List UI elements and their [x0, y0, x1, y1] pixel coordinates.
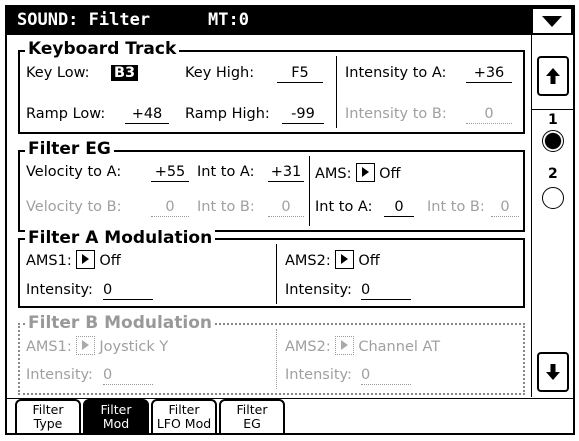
- velocity-to-a-label: Velocity to A:: [26, 164, 122, 180]
- tab-filter-eg-line2: EG: [243, 416, 261, 431]
- ams1-value: Off: [99, 253, 121, 269]
- ramp-low-value[interactable]: +48: [125, 106, 169, 124]
- page-2-radio[interactable]: [542, 187, 564, 209]
- page-1-radio[interactable]: [542, 130, 564, 152]
- filter-b-ams2-popup-button: [335, 336, 355, 355]
- filter-b-ams2-value: Channel AT: [358, 339, 441, 355]
- int-to-b-value: 0: [268, 199, 304, 217]
- tab-filter-lfo-mod-line1: Filter: [168, 402, 200, 417]
- ams2-intensity-value[interactable]: 0: [361, 282, 411, 300]
- ams-label: AMS:: [315, 166, 352, 182]
- key-high-label: Key High:: [185, 65, 255, 81]
- filter-b-ams1-intensity-label: Intensity:: [26, 367, 93, 383]
- ams-int-to-a-label: Int to A:: [315, 199, 373, 215]
- ams1-intensity-label: Intensity:: [26, 282, 93, 298]
- popup-triangle-icon: [341, 340, 349, 350]
- tab-filter-type-line2: Type: [33, 416, 63, 431]
- ams1-intensity-value[interactable]: 0: [103, 282, 153, 300]
- intensity-to-b-value: 0: [466, 106, 512, 124]
- popup-triangle-icon: [362, 167, 370, 177]
- filter-eg-divider: [309, 156, 310, 226]
- tab-filter-mod-line1: Filter: [100, 402, 132, 417]
- filter-b-ams1-value: Joystick Y: [99, 339, 169, 355]
- filter-a-modulation-group: [18, 238, 525, 308]
- int-to-a-label: Int to A:: [197, 164, 255, 180]
- ams2-popup-button[interactable]: [335, 250, 355, 269]
- filter-b-ams1-label: AMS1:: [26, 339, 72, 355]
- scroll-panel-border: [531, 35, 532, 397]
- ramp-high-label: Ramp High:: [185, 106, 270, 122]
- ams1-popup-button[interactable]: [76, 250, 96, 269]
- filter-b-ams2-intensity-value: 0: [361, 367, 411, 385]
- int-to-a-value[interactable]: +31: [268, 164, 304, 182]
- scroll-down-button[interactable]: [537, 352, 569, 392]
- velocity-to-b-label: Velocity to B:: [26, 199, 122, 215]
- int-to-b-label: Int to B:: [197, 199, 255, 215]
- ams-int-to-a-value[interactable]: 0: [384, 199, 414, 217]
- tab-filter-type-line1: Filter: [32, 402, 64, 417]
- filter-b-modulation-group: [18, 323, 525, 395]
- page-area-top-rule: [531, 109, 573, 110]
- tab-filter-lfo-mod[interactable]: Filter LFO Mod: [151, 399, 217, 435]
- scroll-down-arrow-icon: [546, 364, 560, 380]
- tab-filter-mod[interactable]: Filter Mod: [83, 399, 149, 435]
- ams-int-to-b-label: Int to B:: [427, 199, 485, 215]
- key-high-value[interactable]: F5: [277, 65, 323, 83]
- ams2-intensity-label: Intensity:: [285, 282, 352, 298]
- page-1-label: 1: [548, 112, 558, 128]
- intensity-to-b-label: Intensity to B:: [345, 106, 447, 122]
- velocity-to-b-value: 0: [151, 199, 189, 217]
- filter-b-ams2-label: AMS2:: [285, 339, 331, 355]
- keyboard-track-divider: [336, 56, 337, 128]
- filter-b-ams2-intensity-label: Intensity:: [285, 367, 352, 383]
- tab-filter-mod-line2: Mod: [102, 416, 130, 431]
- tab-filter-eg[interactable]: Filter EG: [219, 399, 285, 435]
- ams-int-to-b-value: 0: [491, 199, 519, 217]
- page-title: SOUND: Filter: [17, 10, 151, 30]
- ramp-low-label: Ramp Low:: [26, 106, 106, 122]
- ams2-value: Off: [358, 253, 380, 269]
- ams-value: Off: [379, 166, 401, 182]
- popup-triangle-icon: [82, 254, 90, 264]
- tab-filter-type[interactable]: Filter Type: [15, 399, 81, 435]
- multitimbral-indicator: MT:0: [208, 10, 249, 30]
- tab-filter-eg-line1: Filter: [236, 402, 268, 417]
- intensity-to-a-value[interactable]: +36: [466, 65, 512, 83]
- ramp-high-value[interactable]: -99: [282, 106, 324, 124]
- filter-b-ams1-popup-button: [76, 336, 96, 355]
- page-menu-button[interactable]: [531, 7, 573, 35]
- intensity-to-a-label: Intensity to A:: [345, 65, 447, 81]
- scroll-up-button[interactable]: [537, 56, 569, 96]
- ams2-label: AMS2:: [285, 253, 331, 269]
- popup-triangle-icon: [82, 340, 90, 350]
- page-2-label: 2: [548, 166, 558, 182]
- keyboard-track-title: Keyboard Track: [25, 40, 180, 58]
- filter-b-modulation-title: Filter B Modulation: [25, 314, 216, 332]
- scroll-up-arrow-icon: [546, 68, 560, 84]
- filter-b-divider: [276, 329, 277, 389]
- key-low-label: Key Low:: [26, 65, 90, 81]
- filter-b-ams1-intensity-value: 0: [103, 367, 153, 385]
- velocity-to-a-value[interactable]: +55: [151, 164, 189, 182]
- tab-filter-lfo-mod-line2: LFO Mod: [156, 416, 212, 431]
- filter-a-modulation-title: Filter A Modulation: [25, 229, 216, 247]
- popup-triangle-icon: [341, 254, 349, 264]
- ams1-label: AMS1:: [26, 253, 72, 269]
- filter-eg-title: Filter EG: [25, 140, 114, 158]
- key-low-value[interactable]: B3: [111, 65, 139, 81]
- menu-triangle-down-icon: [542, 15, 562, 27]
- filter-a-divider: [276, 244, 277, 304]
- ams-popup-button[interactable]: [356, 163, 376, 182]
